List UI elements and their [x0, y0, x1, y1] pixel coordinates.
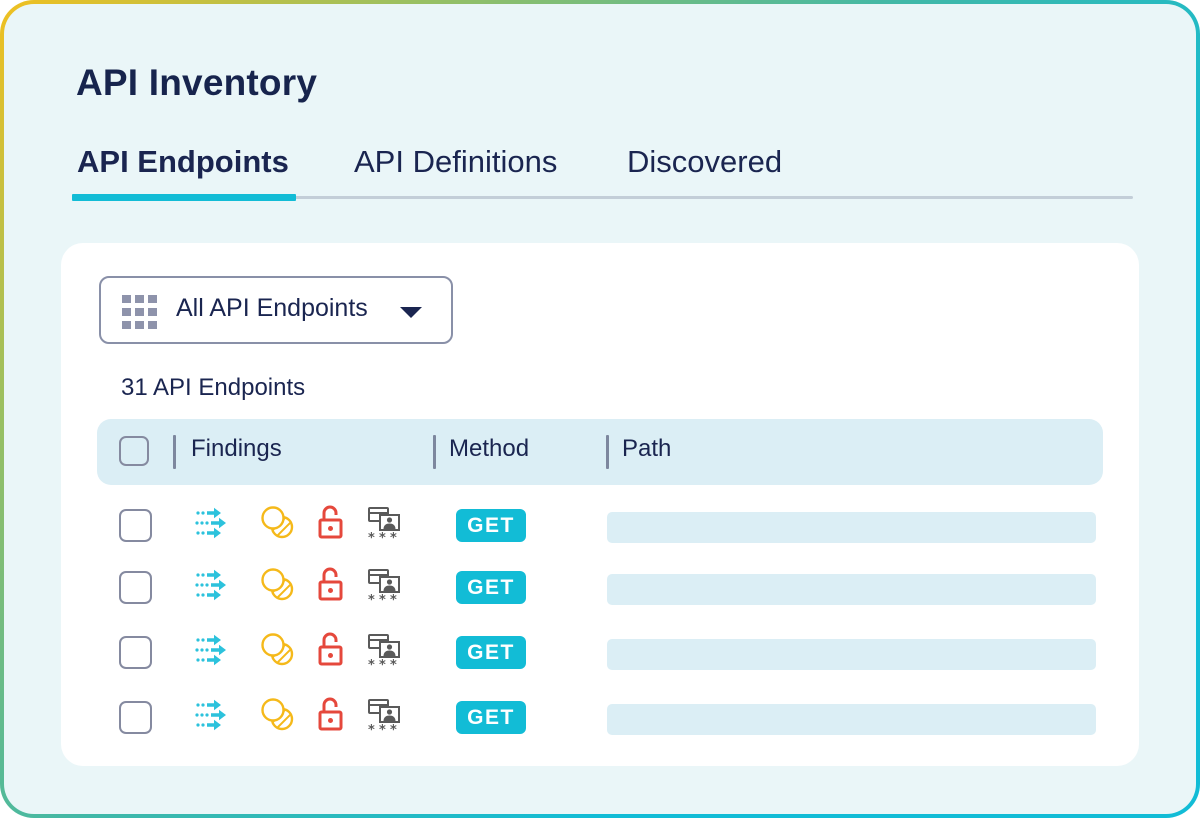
svg-text:*: * [390, 593, 397, 604]
method-badge: GET [456, 636, 526, 669]
overlap-circles-icon [261, 506, 294, 539]
table-header: Findings Method Path [97, 419, 1103, 485]
data-flow-icon [195, 699, 226, 731]
path-placeholder [607, 512, 1096, 543]
data-flow-icon [195, 507, 226, 539]
tab-bar: API Endpoints API Definitions Discovered [72, 140, 1133, 202]
tab-api-endpoints[interactable]: API Endpoints [77, 144, 289, 180]
svg-text:*: * [379, 723, 386, 734]
grid-icon [122, 295, 157, 329]
endpoint-filter-dropdown[interactable]: All API Endpoints [99, 276, 453, 344]
svg-text:*: * [390, 723, 397, 734]
svg-text:*: * [390, 658, 397, 669]
column-divider [606, 435, 609, 469]
chevron-down-icon [400, 307, 422, 318]
method-badge: GET [456, 701, 526, 734]
svg-text:*: * [390, 531, 397, 542]
table-row[interactable]: * * * GET [97, 626, 1103, 676]
data-flow-icon [195, 569, 226, 601]
overlap-circles-icon [261, 698, 294, 731]
column-header-path[interactable]: Path [622, 435, 671, 463]
row-checkbox[interactable] [119, 636, 152, 669]
dropdown-selected-value: All API Endpoints [176, 294, 368, 322]
svg-text:*: * [368, 593, 375, 604]
credentials-icon: * * * [368, 507, 400, 542]
table-row[interactable]: * * * GET [97, 499, 1103, 549]
active-tab-indicator [72, 194, 296, 201]
path-placeholder [607, 639, 1096, 670]
tab-api-definitions[interactable]: API Definitions [354, 144, 557, 180]
tab-discovered[interactable]: Discovered [627, 144, 782, 180]
svg-text:*: * [379, 531, 386, 542]
unlocked-icon [318, 505, 343, 539]
unlocked-icon [318, 697, 343, 731]
path-placeholder [607, 704, 1096, 735]
overlap-circles-icon [261, 568, 294, 601]
method-badge: GET [456, 509, 526, 542]
credentials-icon: * * * [368, 699, 400, 734]
endpoints-card: All API Endpoints 31 API Endpoints Findi… [61, 243, 1139, 766]
unlocked-icon [318, 567, 343, 601]
select-all-checkbox[interactable] [119, 436, 149, 466]
column-header-findings[interactable]: Findings [191, 435, 282, 463]
method-badge: GET [456, 571, 526, 604]
column-divider [433, 435, 436, 469]
svg-text:*: * [379, 593, 386, 604]
column-divider [173, 435, 176, 469]
svg-text:*: * [368, 531, 375, 542]
row-checkbox[interactable] [119, 571, 152, 604]
column-header-method[interactable]: Method [449, 435, 529, 463]
path-placeholder [607, 574, 1096, 605]
table-row[interactable]: * * * GET [97, 561, 1103, 611]
unlocked-icon [318, 632, 343, 666]
svg-text:*: * [368, 723, 375, 734]
data-flow-icon [195, 634, 226, 666]
endpoint-count: 31 API Endpoints [121, 374, 306, 401]
svg-text:*: * [368, 658, 375, 669]
credentials-icon: * * * [368, 569, 400, 604]
overlap-circles-icon [261, 633, 294, 666]
credentials-icon: * * * [368, 634, 400, 669]
table-row[interactable]: * * * GET [97, 691, 1103, 741]
row-checkbox[interactable] [119, 701, 152, 734]
row-checkbox[interactable] [119, 509, 152, 542]
page-title: API Inventory [76, 62, 318, 103]
svg-text:*: * [379, 658, 386, 669]
